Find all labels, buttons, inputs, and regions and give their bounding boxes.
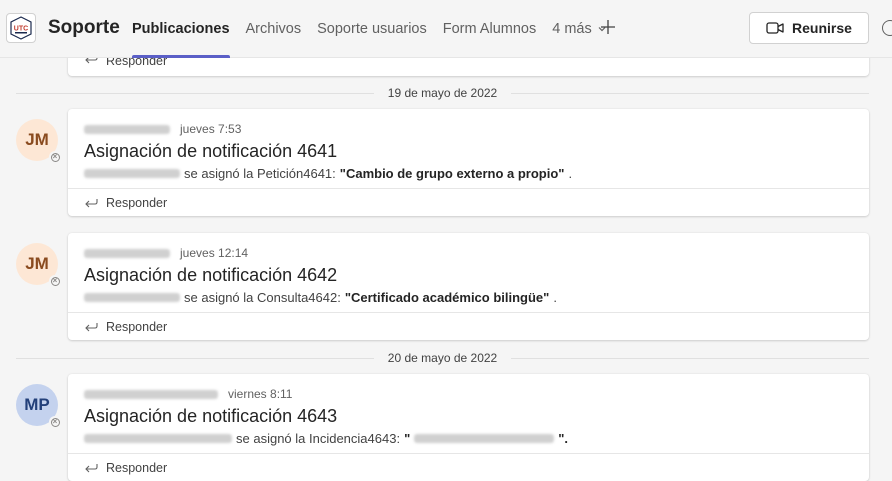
reply-icon bbox=[85, 58, 98, 64]
post-meta: jueves 7:53 bbox=[84, 121, 853, 137]
team-logo[interactable]: UTC bbox=[6, 13, 36, 43]
tab-label: Form Alumnos bbox=[442, 21, 537, 37]
post-meta: viernes 8:11 bbox=[84, 386, 853, 402]
post-subject: Asignación de notificación 4642 bbox=[84, 265, 338, 285]
post-item-quote-open: " bbox=[404, 431, 411, 446]
post-meta: jueves 12:14 bbox=[84, 245, 853, 261]
post-card: jueves 12:14 Asignación de notificación … bbox=[68, 233, 869, 340]
date-divider: 20 de mayo de 2022 bbox=[16, 348, 869, 368]
post-timestamp: viernes 8:11 bbox=[228, 387, 293, 401]
reply-label: Responder bbox=[106, 195, 168, 210]
team-name: Soporte bbox=[48, 17, 120, 38]
presence-offline-icon bbox=[49, 416, 61, 428]
post-text: se asignó la Consulta4642: "Certificado … bbox=[84, 290, 853, 305]
reply-label: Responder bbox=[106, 319, 168, 334]
reply-button[interactable]: Responder bbox=[68, 58, 869, 76]
post-timestamp: jueves 12:14 bbox=[180, 246, 249, 260]
video-camera-icon bbox=[766, 22, 784, 34]
post-punct: . bbox=[568, 166, 573, 181]
avatar-initials: JM bbox=[25, 130, 49, 149]
reply-button[interactable]: Responder bbox=[68, 312, 869, 340]
avatar[interactable]: JM bbox=[16, 243, 61, 287]
date-divider: 19 de mayo de 2022 bbox=[16, 83, 869, 103]
date-divider-label: 19 de mayo de 2022 bbox=[387, 86, 498, 100]
channel-tabs: Publicaciones Archivos Soporte usuarios … bbox=[124, 0, 615, 58]
channel-header: UTC Soporte Publicaciones Archivos Sopor… bbox=[0, 0, 892, 58]
post-timestamp: jueves 7:53 bbox=[180, 122, 242, 136]
reply-button[interactable]: Responder bbox=[68, 188, 869, 216]
post-item-title: "Certificado académico bilingüe" bbox=[344, 290, 550, 305]
team-logo-icon: UTC bbox=[10, 16, 32, 40]
assignee-name-redacted bbox=[84, 434, 232, 443]
tab-label: 4 más bbox=[552, 21, 592, 37]
reply-icon bbox=[85, 322, 98, 331]
conversation-feed[interactable]: Responder 19 de mayo de 2022 JM jueves 7… bbox=[0, 58, 892, 481]
presence-offline-icon bbox=[49, 151, 61, 163]
avatar-initials: MP bbox=[24, 395, 50, 414]
avatar[interactable]: MP bbox=[16, 384, 61, 428]
plus-icon bbox=[601, 20, 615, 34]
post-item-title: "Cambio de grupo externo a propio" bbox=[339, 166, 565, 181]
post-text: se asignó la Incidencia4643: " ". bbox=[84, 431, 853, 446]
assignee-name-redacted bbox=[84, 169, 180, 178]
post-text: se asignó la Petición4641: "Cambio de gr… bbox=[84, 166, 853, 181]
avatar[interactable]: JM bbox=[16, 119, 61, 163]
item-title-redacted bbox=[414, 434, 555, 443]
previous-post-card: Responder bbox=[68, 58, 869, 76]
reply-label: Responder bbox=[106, 460, 168, 475]
tab-label: Archivos bbox=[245, 21, 302, 37]
assignee-name-redacted bbox=[84, 293, 180, 302]
author-name-redacted bbox=[84, 389, 218, 399]
post-subject: Asignación de notificación 4643 bbox=[84, 406, 338, 426]
reply-icon bbox=[85, 463, 98, 472]
avatar-initials: JM bbox=[25, 254, 49, 273]
post-item-quote-close: ". bbox=[558, 431, 569, 446]
info-icon[interactable] bbox=[882, 20, 892, 36]
tab-form-alumnos[interactable]: Form Alumnos bbox=[435, 0, 544, 58]
post-subject: Asignación de notificación 4641 bbox=[84, 141, 338, 161]
date-divider-label: 20 de mayo de 2022 bbox=[387, 351, 498, 365]
meet-button[interactable]: Reunirse bbox=[749, 12, 869, 44]
post-action-text: se asignó la Petición4641: bbox=[184, 166, 336, 181]
tab-soporte-usuarios[interactable]: Soporte usuarios bbox=[309, 0, 435, 58]
post-action-text: se asignó la Consulta4642: bbox=[184, 290, 341, 305]
author-name-redacted bbox=[84, 248, 170, 258]
tab-publicaciones[interactable]: Publicaciones bbox=[124, 0, 238, 58]
post-action-text: se asignó la Incidencia4643: bbox=[236, 431, 401, 446]
svg-text:UTC: UTC bbox=[14, 26, 28, 33]
add-tab-button[interactable] bbox=[596, 15, 620, 39]
post-punct: . bbox=[553, 290, 557, 305]
meet-button-label: Reunirse bbox=[792, 20, 852, 36]
reply-label: Responder bbox=[106, 58, 168, 68]
post-card: jueves 7:53 Asignación de notificación 4… bbox=[68, 109, 869, 216]
presence-offline-icon bbox=[49, 275, 61, 287]
tab-label: Soporte usuarios bbox=[317, 21, 427, 37]
post-card: viernes 8:11 Asignación de notificación … bbox=[68, 374, 869, 481]
reply-button[interactable]: Responder bbox=[68, 453, 869, 481]
reply-icon bbox=[85, 198, 98, 207]
tab-label: Publicaciones bbox=[132, 21, 230, 37]
tab-archivos[interactable]: Archivos bbox=[238, 0, 310, 58]
author-name-redacted bbox=[84, 124, 170, 134]
